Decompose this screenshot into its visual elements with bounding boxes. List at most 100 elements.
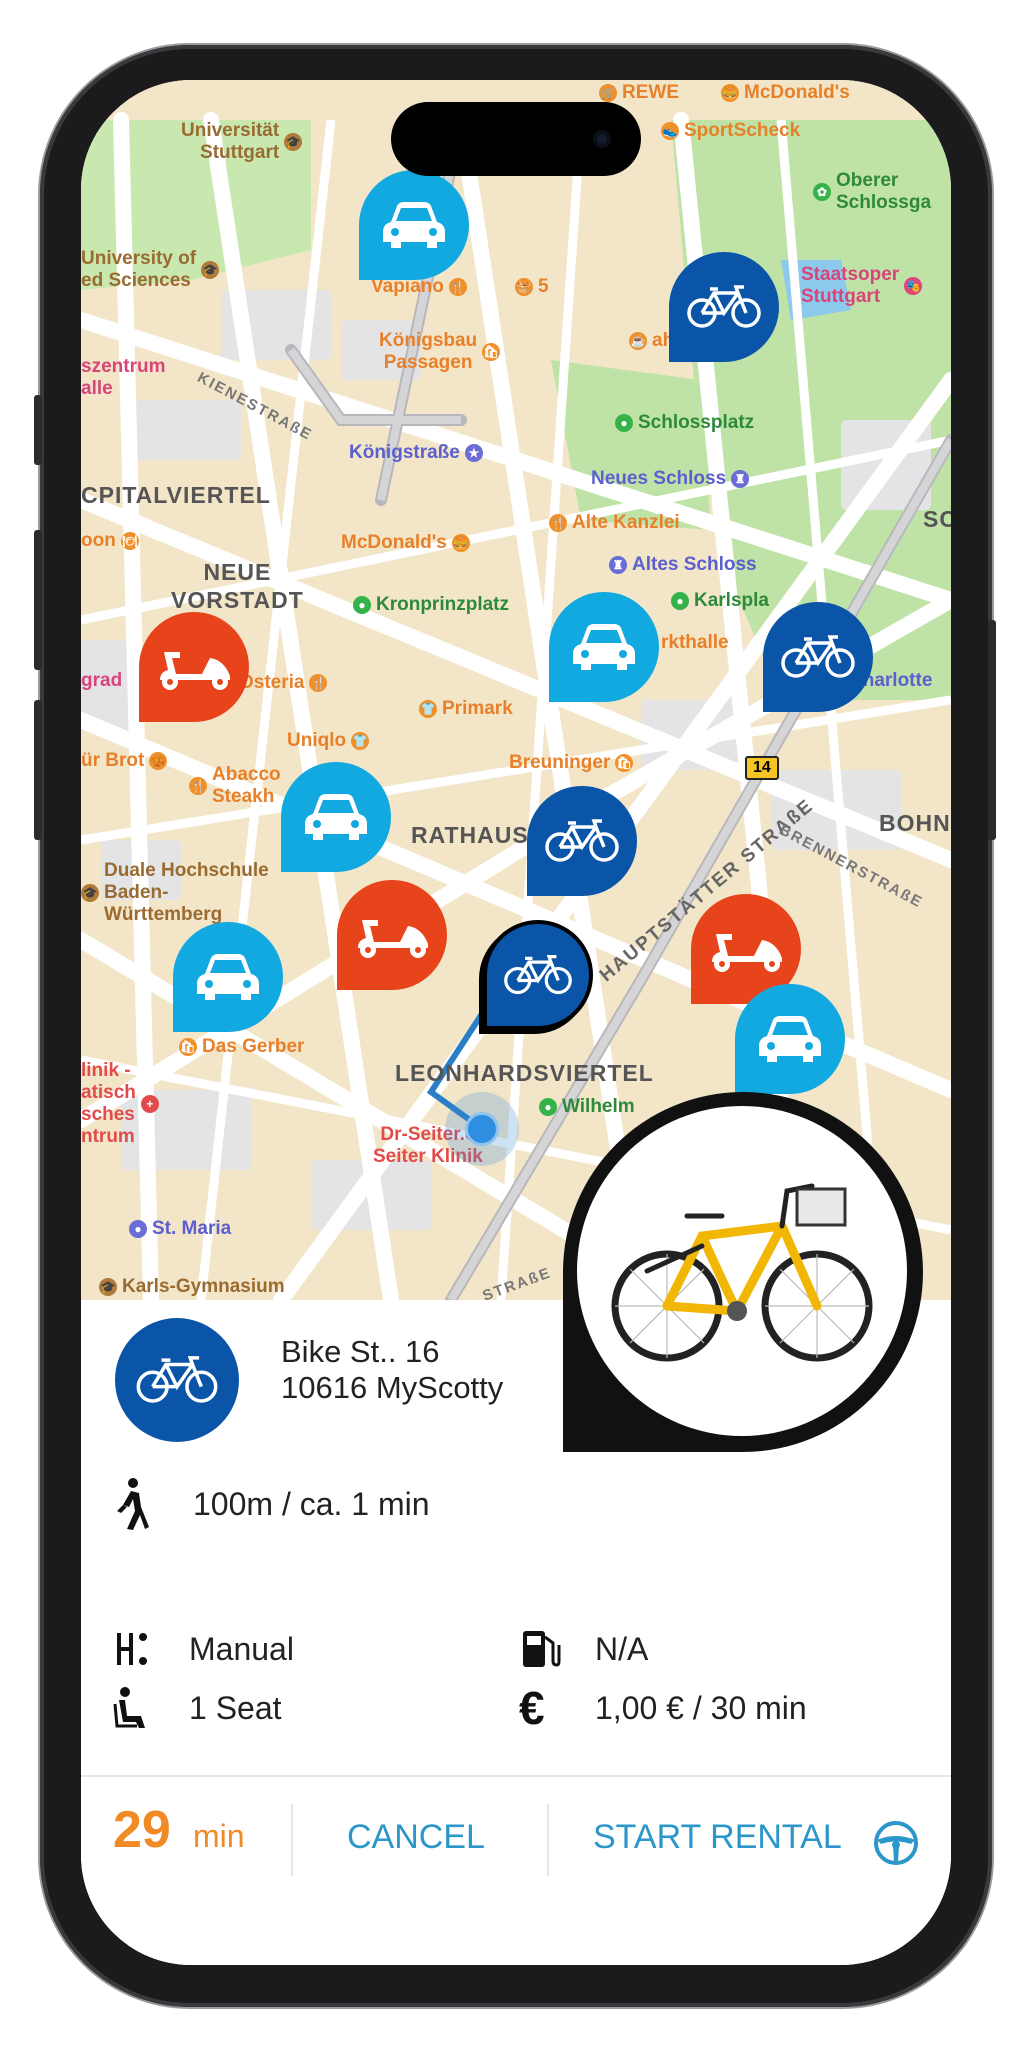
- poi-das-gerber[interactable]: 🛍 Das Gerber: [179, 1036, 304, 1058]
- poi-karlsplatz[interactable]: ● Karlspla: [671, 590, 769, 612]
- footer-separator: [291, 1804, 293, 1876]
- poi-mcdonalds-mid[interactable]: McDonald's 🍔: [341, 532, 470, 554]
- district-sc: SC: [923, 506, 951, 532]
- poi-universitaet-stuttgart[interactable]: Universität Stuttgart 🎓: [181, 120, 303, 164]
- footer-divider: [81, 1775, 951, 1777]
- star-icon: ★: [464, 444, 483, 462]
- poi-label: Oberer Schlossga: [836, 170, 932, 213]
- shopping-bag-icon: 🛍: [615, 754, 634, 772]
- poi-koenigsbau-passagen[interactable]: Königsbau Passagen 🛍: [379, 330, 501, 374]
- poi-sportscheck[interactable]: 👟 SportScheck: [661, 120, 800, 142]
- poi-label: Osteria: [239, 672, 305, 693]
- poi-abacco[interactable]: 🍴 Abacco Steakh: [189, 764, 281, 808]
- poi-schlossplatz[interactable]: ● Schlossplatz: [615, 412, 754, 434]
- poi-neues-schloss[interactable]: Neues Schloss ♜: [591, 468, 750, 490]
- poi-grad[interactable]: grad: [81, 670, 122, 692]
- poi-label: REWE: [622, 82, 679, 103]
- poi-shop-5[interactable]: 🧺 5: [515, 276, 549, 298]
- park-icon: ●: [671, 592, 689, 610]
- poi-karls-gymnasium[interactable]: 🎓 Karls-Gymnasium: [99, 1276, 285, 1298]
- poi-label: Karlspla: [694, 590, 769, 611]
- poi-oon[interactable]: oon 🍽: [81, 530, 139, 552]
- restaurant-icon: 🍽: [120, 532, 139, 550]
- reservation-timer-unit: min: [193, 1818, 245, 1854]
- poi-breuninger[interactable]: Breuninger 🛍: [509, 752, 634, 774]
- poi-primark[interactable]: 👕 Primark: [419, 698, 513, 720]
- poi-osteria[interactable]: Osteria 🍴: [239, 672, 328, 694]
- poi-uniqlo[interactable]: Uniqlo 👕: [287, 730, 370, 752]
- poi-label: McDonald's: [744, 82, 850, 103]
- bike-marker[interactable]: [763, 602, 873, 712]
- vehicle-photo-bubble: [563, 1092, 923, 1452]
- poi-label: Breuninger: [509, 752, 611, 773]
- park-icon: ●: [353, 596, 371, 614]
- euro-icon: €: [519, 1682, 545, 1734]
- car-marker[interactable]: [549, 592, 659, 702]
- seats-text: 1 Seat: [189, 1689, 282, 1726]
- poi-duale-hochschule[interactable]: 🎓 Duale Hochschule Baden- Württemberg: [81, 860, 269, 926]
- poi-label: Uniqlo: [287, 730, 347, 751]
- shirt-icon: 👕: [351, 732, 370, 750]
- power-button: [988, 620, 996, 840]
- bicycle-icon: [504, 954, 572, 995]
- seats-row: 1 Seat: [113, 1684, 282, 1732]
- poi-koenigstrasse[interactable]: Königstraße ★: [349, 442, 483, 464]
- poi-label: szentrum alle: [81, 356, 166, 399]
- poi-label: Alte Kanzlei: [572, 512, 680, 533]
- car-marker[interactable]: [735, 984, 845, 1094]
- poi-label: Königsbau Passagen: [379, 330, 478, 373]
- scooter-marker[interactable]: [139, 612, 249, 722]
- poi-label: Primark: [442, 698, 513, 719]
- poi-brot[interactable]: ür Brot 🥨: [81, 750, 168, 772]
- shirt-icon: 👕: [419, 700, 437, 718]
- cancel-button[interactable]: CANCEL: [347, 1818, 485, 1857]
- poi-label: oon: [81, 530, 116, 551]
- yellow-city-bike-photo: [611, 1183, 873, 1362]
- poi-markthalle[interactable]: rkthalle: [661, 632, 729, 654]
- poi-label: grad: [81, 670, 123, 691]
- poi-university-applied-sciences[interactable]: University of ed Sciences 🎓: [81, 248, 220, 292]
- poi-label: Kronprinzplatz: [376, 594, 509, 615]
- theater-icon: 🎭: [904, 277, 923, 295]
- graduation-cap-icon: 🎓: [99, 1278, 117, 1296]
- poi-mcdonalds-top[interactable]: 🍔 McDonald's: [721, 82, 850, 104]
- poi-staatsoper[interactable]: Staatsoper Stuttgart 🎭: [801, 264, 923, 308]
- transmission-text: Manual: [189, 1630, 294, 1667]
- poi-alte-kanzlei[interactable]: 🍴 Alte Kanzlei: [549, 512, 680, 534]
- bike-marker[interactable]: [527, 786, 637, 896]
- steering-wheel-icon[interactable]: [873, 1820, 919, 1866]
- cafe-icon: ☕: [629, 332, 647, 350]
- bike-marker[interactable]: [669, 252, 779, 362]
- volume-down-button: [34, 700, 42, 840]
- scooter-marker[interactable]: [337, 880, 447, 990]
- poi-altes-schloss[interactable]: ♜ Altes Schloss: [609, 554, 757, 576]
- graduation-cap-icon: 🎓: [201, 261, 220, 279]
- graduation-cap-icon: 🎓: [81, 884, 99, 902]
- walking-person-icon: [113, 1478, 193, 1530]
- car-marker[interactable]: [281, 762, 391, 872]
- car-marker[interactable]: [359, 170, 469, 280]
- castle-icon: ♜: [731, 470, 750, 488]
- poi-klinik[interactable]: linik - atisch sches ntrum +: [81, 1060, 159, 1148]
- graduation-cap-icon: 🎓: [284, 133, 303, 151]
- start-rental-button[interactable]: START RENTAL: [593, 1818, 842, 1857]
- poi-kronprinzplatz[interactable]: ● Kronprinzplatz: [353, 594, 509, 616]
- walk-distance-text: 100m / ca. 1 min: [193, 1485, 430, 1522]
- poi-rewe[interactable]: 🛒 REWE: [599, 82, 679, 104]
- bicycle-icon: [136, 1356, 218, 1403]
- poi-label: Schlossplatz: [638, 412, 755, 433]
- selected-bike-marker[interactable]: [483, 920, 593, 1030]
- poi-wilhelmsplatz[interactable]: ● Wilhelm: [539, 1096, 635, 1118]
- hospital-icon: +: [140, 1095, 159, 1113]
- poi-st-maria[interactable]: ● St. Maria: [129, 1218, 231, 1240]
- poi-label: Universität Stuttgart: [181, 120, 280, 163]
- poi-label: Königstraße: [349, 442, 460, 463]
- poi-oberer-schlossgarten[interactable]: ✿ Oberer Schlossga: [813, 170, 931, 214]
- car-marker[interactable]: [173, 922, 283, 1032]
- user-location-marker: [445, 1092, 519, 1166]
- shopping-bag-icon: 🛍: [482, 343, 501, 361]
- district-leonhardsviertel: LEONHARDSVIERTEL: [395, 1060, 654, 1086]
- fork-knife-icon: 🍴: [189, 777, 207, 795]
- mute-switch: [34, 395, 42, 465]
- poi-szentrum[interactable]: szentrum alle: [81, 356, 165, 400]
